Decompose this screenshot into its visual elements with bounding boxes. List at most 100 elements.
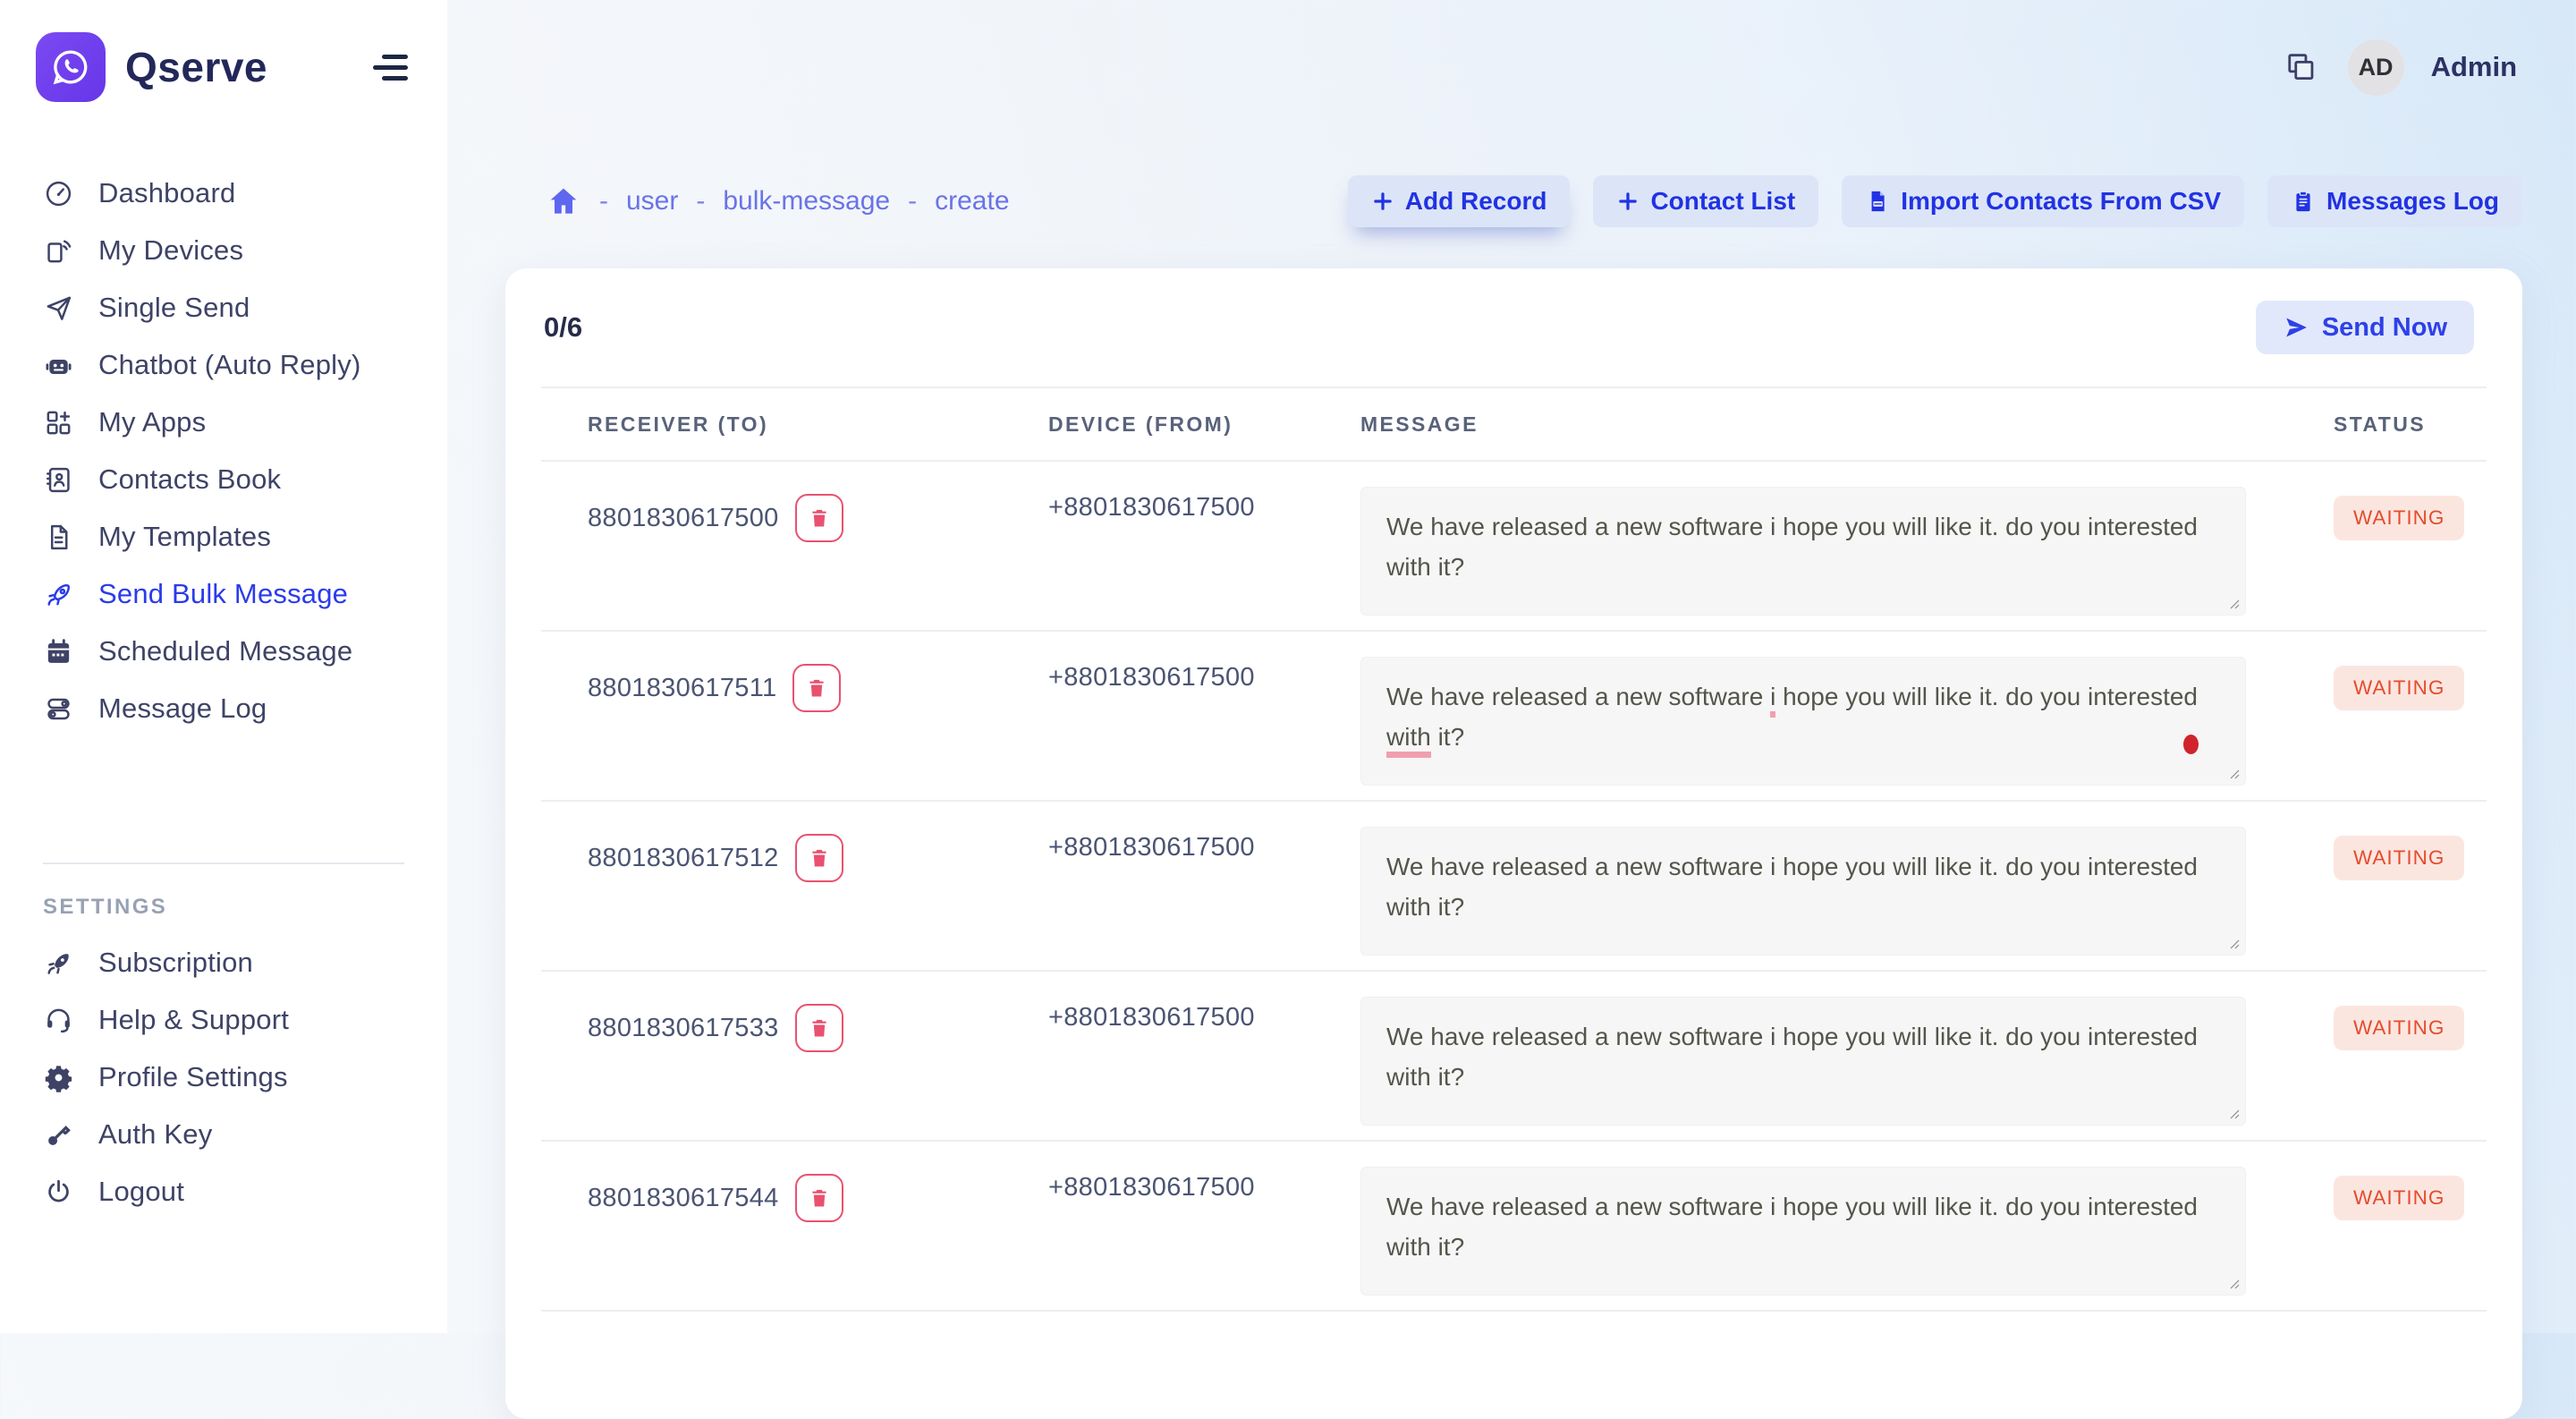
rocket-icon <box>43 579 74 610</box>
table-body: 8801830617500 +8801830617500 We have rel… <box>541 462 2487 1312</box>
column-header-message: MESSAGE <box>1360 412 2334 437</box>
table-row: 8801830617511 +8801830617500 We have rel… <box>541 632 2487 802</box>
device-number: +8801830617500 <box>1048 1167 1360 1202</box>
sidebar-item-auth-key[interactable]: Auth Key <box>0 1106 447 1163</box>
receiver-number: 8801830617544 <box>588 1184 779 1213</box>
message-text: We have released a new software i hope y… <box>1386 1023 2198 1091</box>
calendar-icon <box>43 636 74 667</box>
sidebar-item-label: Dashboard <box>98 177 235 209</box>
sidebar-item-send-bulk-message[interactable]: Send Bulk Message <box>0 565 447 623</box>
delete-row-button[interactable] <box>795 834 843 882</box>
logo-row: Qserve <box>0 0 447 102</box>
template-file-icon <box>43 522 74 553</box>
status-badge: WAITING <box>2334 1006 2464 1050</box>
headset-icon <box>43 1005 74 1036</box>
spellcheck-underline: i <box>1770 683 1775 718</box>
resize-handle-icon[interactable] <box>2228 1278 2241 1290</box>
sidebar-item-help-support[interactable]: Help & Support <box>0 991 447 1049</box>
receiver-number: 8801830617512 <box>588 844 779 873</box>
add-record-button[interactable]: Add Record <box>1348 175 1571 227</box>
message-textarea[interactable]: We have released a new software i hope y… <box>1360 657 2246 786</box>
sidebar-divider <box>43 862 404 864</box>
dashboard-icon <box>43 178 74 209</box>
add-record-label: Add Record <box>1405 187 1547 216</box>
sidebar-item-dashboard[interactable]: Dashboard <box>0 165 447 222</box>
sidebar-item-chatbot[interactable]: Chatbot (Auto Reply) <box>0 336 447 394</box>
grammar-check-dot <box>2183 735 2199 754</box>
message-textarea[interactable]: We have released a new software i hope y… <box>1360 1167 2246 1296</box>
message-text: We have released a new software i hope y… <box>1386 683 2198 758</box>
devices-icon <box>43 235 74 267</box>
column-header-device: DEVICE (FROM) <box>1048 412 1360 437</box>
delete-row-button[interactable] <box>795 1174 843 1222</box>
messages-log-label: Messages Log <box>2326 187 2499 216</box>
messages-log-button[interactable]: Messages Log <box>2267 175 2522 227</box>
message-textarea[interactable]: We have released a new software i hope y… <box>1360 487 2246 616</box>
csv-file-icon <box>1865 189 1890 214</box>
breadcrumb-bulk-message[interactable]: bulk-message <box>723 186 890 217</box>
sidebar-item-my-apps[interactable]: My Apps <box>0 394 447 451</box>
sidebar-menu: Dashboard My Devices Single Send Chatbot… <box>0 165 447 737</box>
topbar: AD Admin <box>447 0 2576 134</box>
table-row: 8801830617533 +8801830617500 We have rel… <box>541 972 2487 1142</box>
settings-section-label: SETTINGS <box>43 895 447 920</box>
device-number: +8801830617500 <box>1048 997 1360 1032</box>
plus-icon <box>1371 190 1394 213</box>
status-badge: WAITING <box>2334 1176 2464 1220</box>
table-row: 8801830617512 +8801830617500 We have rel… <box>541 802 2487 972</box>
sidebar-item-label: Chatbot (Auto Reply) <box>98 349 360 381</box>
plus-icon <box>1616 190 1640 213</box>
delete-row-button[interactable] <box>795 494 843 542</box>
sidebar-item-label: Logout <box>98 1176 184 1208</box>
send-now-label: Send Now <box>2322 313 2447 343</box>
device-number: +8801830617500 <box>1048 827 1360 862</box>
resize-handle-icon[interactable] <box>2228 598 2241 610</box>
table-row: 8801830617544 +8801830617500 We have rel… <box>541 1142 2487 1312</box>
sidebar-item-contacts-book[interactable]: Contacts Book <box>0 451 447 508</box>
sidebar-item-scheduled-message[interactable]: Scheduled Message <box>0 623 447 680</box>
resize-handle-icon[interactable] <box>2228 938 2241 950</box>
hamburger-menu-icon[interactable] <box>367 49 408 86</box>
user-name: Admin <box>2431 51 2517 83</box>
sidebar-settings-menu: Subscription Help & Support Profile Sett… <box>0 934 447 1220</box>
message-textarea[interactable]: We have released a new software i hope y… <box>1360 827 2246 956</box>
import-csv-label: Import Contacts From CSV <box>1901 187 2221 216</box>
trash-icon <box>805 676 828 700</box>
status-badge: WAITING <box>2334 496 2464 540</box>
sidebar-item-single-send[interactable]: Single Send <box>0 279 447 336</box>
sidebar-item-label: Scheduled Message <box>98 635 352 667</box>
bulk-message-card: 0/6 Send Now RECEIVER (TO) DEVICE (FROM)… <box>505 268 2522 1419</box>
sidebar-item-subscription[interactable]: Subscription <box>0 934 447 991</box>
send-now-button[interactable]: Send Now <box>2256 301 2474 354</box>
breadcrumb-separator: - <box>696 186 705 217</box>
home-icon[interactable] <box>546 183 581 219</box>
breadcrumb-user[interactable]: user <box>626 186 678 217</box>
resize-handle-icon[interactable] <box>2228 1108 2241 1120</box>
sidebar-item-label: Send Bulk Message <box>98 578 348 610</box>
receiver-number: 8801830617500 <box>588 504 779 533</box>
sidebar-item-label: Help & Support <box>98 1004 289 1036</box>
sidebar-item-profile-settings[interactable]: Profile Settings <box>0 1049 447 1106</box>
progress-counter: 0/6 <box>544 311 582 344</box>
breadcrumb-create[interactable]: create <box>935 186 1009 217</box>
sidebar-item-logout[interactable]: Logout <box>0 1163 447 1220</box>
sidebar-item-my-devices[interactable]: My Devices <box>0 222 447 279</box>
import-csv-button[interactable]: Import Contacts From CSV <box>1842 175 2244 227</box>
trash-icon <box>808 506 831 530</box>
resize-handle-icon[interactable] <box>2228 768 2241 780</box>
delete-row-button[interactable] <box>795 1004 843 1052</box>
status-badge: WAITING <box>2334 666 2464 710</box>
message-textarea[interactable]: We have released a new software i hope y… <box>1360 997 2246 1126</box>
delete-row-button[interactable] <box>792 664 841 712</box>
card-header: 0/6 Send Now <box>541 268 2487 388</box>
whatsapp-logo-icon <box>36 32 106 102</box>
sidebar-item-message-log[interactable]: Message Log <box>0 680 447 737</box>
contact-list-button[interactable]: Contact List <box>1593 175 1818 227</box>
copy-icon[interactable] <box>2280 47 2321 88</box>
sidebar-item-my-templates[interactable]: My Templates <box>0 508 447 565</box>
toggles-icon <box>43 693 74 725</box>
trash-icon <box>808 1186 831 1210</box>
power-icon <box>43 1177 74 1208</box>
toolbar-row: - user - bulk-message - create Add Recor… <box>447 134 2576 268</box>
avatar[interactable]: AD <box>2348 39 2404 96</box>
